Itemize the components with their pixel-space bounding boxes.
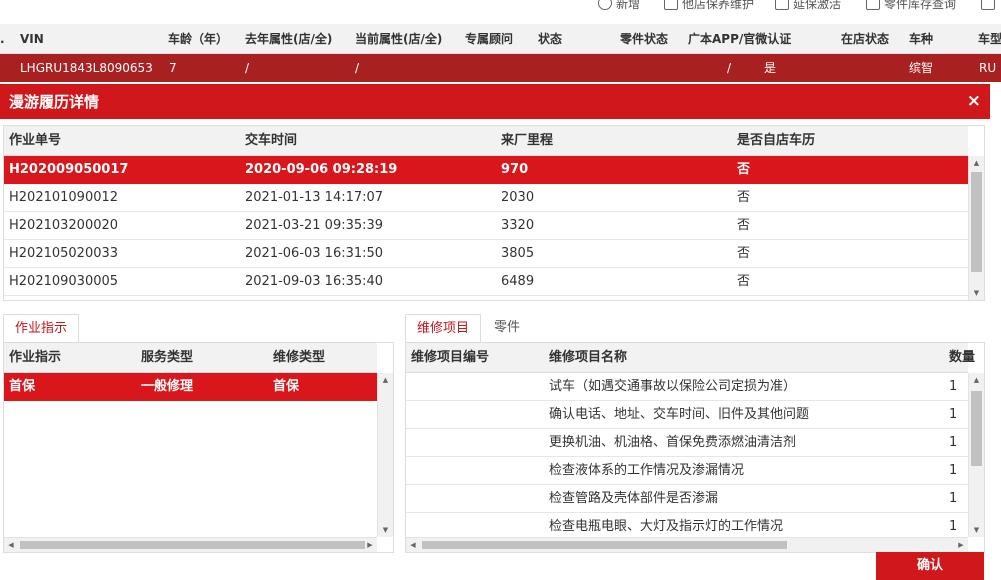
- background-table-header: . VIN 车龄（年） 去年属性(店/全) 当前属性(店/全) 专属顾问 状态 …: [0, 24, 1001, 54]
- plus-circle-icon: [598, 0, 612, 10]
- instructions-vertical-scrollbar[interactable]: ▲ ▼: [377, 373, 393, 537]
- confirm-button[interactable]: 确认: [876, 552, 984, 580]
- repair-items-grid-header: 维修项目编号 维修项目名称 数量: [406, 343, 975, 373]
- dialog-title-bar: 漫游履历详情 ×: [0, 85, 990, 119]
- scroll-down-icon[interactable]: ▼: [969, 286, 984, 300]
- instruction-row[interactable]: 首保 一般修理 首保: [4, 373, 377, 401]
- scroll-up-icon[interactable]: ▲: [969, 156, 984, 170]
- add-button[interactable]: 新增: [598, 0, 640, 12]
- document-icon: [664, 0, 678, 10]
- scroll-right-icon[interactable]: ▶: [954, 538, 968, 552]
- repair-item-row[interactable]: 确认电话、地址、交车时间、旧件及其他问题 1: [406, 401, 968, 429]
- scroll-thumb[interactable]: [971, 391, 982, 466]
- repair-item-row[interactable]: 更换机油、机油格、首保免费添燃油清洁剂 1: [406, 429, 968, 457]
- extended-warranty-button[interactable]: 延保激活: [775, 0, 841, 12]
- history-row[interactable]: H202103200020 2021-03-21 09:35:39 3320 否: [4, 212, 968, 240]
- background-table-row[interactable]: LHGRU1843L8090653 7 / / / 是 缤智 RU: [0, 54, 1001, 82]
- add-box-button[interactable]: [981, 0, 995, 12]
- other-store-maintenance-button[interactable]: 他店保养维护: [664, 0, 754, 12]
- instructions-grid-header: 作业指示 服务类型 维修类型: [4, 343, 377, 373]
- scroll-left-icon[interactable]: ◀: [406, 538, 420, 552]
- tab-parts[interactable]: 零件: [483, 314, 531, 342]
- repair-item-row[interactable]: 检查液体系的工作情况及渗漏情况 1: [406, 457, 968, 485]
- history-row[interactable]: H202101090012 2021-01-13 14:17:07 2030 否: [4, 184, 968, 212]
- scroll-thumb[interactable]: [20, 541, 365, 549]
- app-root: 新增 他店保养维护 延保激活 零件库存查询 . VIN 车龄（年） 去年属性(店…: [0, 0, 1001, 580]
- scroll-thumb[interactable]: [422, 541, 787, 549]
- scroll-down-icon[interactable]: ▼: [378, 523, 393, 537]
- repair-item-row[interactable]: 试车（如遇交通事故以保险公司定损为准） 1: [406, 373, 968, 401]
- scroll-left-icon[interactable]: ◀: [4, 538, 18, 552]
- parts-inventory-button[interactable]: 零件库存查询: [866, 0, 956, 12]
- repair-item-row[interactable]: 检查管路及壳体部件是否渗漏 1: [406, 485, 968, 513]
- history-row[interactable]: H202105020033 2021-06-03 16:31:50 3805 否: [4, 240, 968, 268]
- history-grid: 作业单号 交车时间 来厂里程 是否自店车历 H202009050017 2020…: [3, 125, 985, 301]
- plus-box-icon: [981, 0, 995, 10]
- tab-work-instructions[interactable]: 作业指示: [3, 314, 80, 342]
- history-row[interactable]: H202109030005 2021-09-03 16:35:40 6489 否: [4, 268, 968, 296]
- scroll-thumb[interactable]: [971, 172, 982, 272]
- roaming-history-dialog: 漫游履历详情 × 作业单号 交车时间 来厂里程 是否自店车历 H20200905…: [0, 84, 990, 580]
- toolbar: 新增 他店保养维护 延保激活 零件库存查询: [0, 0, 1001, 18]
- repair-items-grid: 维修项目编号 维修项目名称 数量 试车（如遇交通事故以保险公司定损为准） 1 确…: [405, 342, 985, 553]
- instructions-grid: 作业指示 服务类型 维修类型 首保 一般修理 首保 ▲ ▼ ◀ ▶: [3, 342, 394, 553]
- history-vertical-scrollbar[interactable]: ▲ ▼: [968, 156, 984, 300]
- tab-repair-items[interactable]: 维修项目: [405, 314, 482, 342]
- scroll-up-icon[interactable]: ▲: [969, 373, 984, 387]
- repair-items-vertical-scrollbar[interactable]: ▲ ▼: [968, 373, 984, 537]
- scroll-up-icon[interactable]: ▲: [378, 373, 393, 387]
- dialog-title: 漫游履历详情: [9, 93, 100, 111]
- close-icon[interactable]: ×: [967, 85, 981, 117]
- scroll-right-icon[interactable]: ▶: [363, 538, 377, 552]
- repair-items-horizontal-scrollbar[interactable]: ◀ ▶: [406, 537, 968, 552]
- history-grid-header: 作业单号 交车时间 来厂里程 是否自店车历: [4, 126, 968, 156]
- inventory-icon: [866, 0, 880, 10]
- scroll-down-icon[interactable]: ▼: [969, 523, 984, 537]
- edit-icon: [775, 0, 789, 10]
- instructions-horizontal-scrollbar[interactable]: ◀ ▶: [4, 537, 377, 552]
- history-row[interactable]: H202009050017 2020-09-06 09:28:19 970 否: [4, 156, 968, 184]
